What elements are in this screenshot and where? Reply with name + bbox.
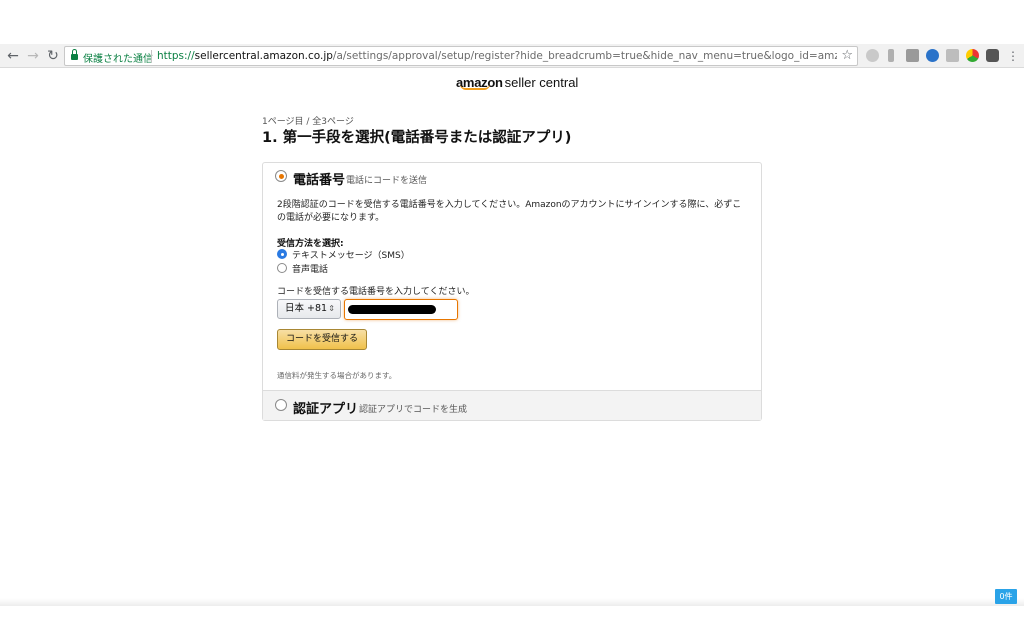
page-title: 1. 第一手段を選択(電話番号または認証アプリ) (262, 130, 572, 146)
phone-number-input[interactable] (344, 299, 458, 320)
carrier-fee-note: 通信料が発生する場合があります。 (277, 371, 397, 380)
extension-puzzle-icon[interactable] (986, 49, 999, 62)
amazon-seller-central-logo: amazon seller central (456, 75, 579, 90)
select-caret-icon: ⇕ (328, 304, 335, 313)
window-top-area (0, 0, 1024, 44)
sms-radio[interactable] (277, 249, 287, 259)
method-selection-card: 電話番号 電話にコードを送信 2段階認証のコードを受信する電話番号を入力してくだ… (262, 162, 762, 421)
phone-number-prompt: コードを受信する電話番号を入力してください。 (277, 287, 475, 297)
extension-bar-icon[interactable] (888, 49, 894, 62)
extension-square-icon[interactable] (906, 49, 919, 62)
country-code-select[interactable]: 日本 +81 ⇕ (277, 299, 341, 319)
secure-connection-label: 保護された通信 (83, 54, 153, 65)
auth-app-section-header[interactable]: 認証アプリ 認証アプリでコードを生成 (263, 390, 761, 420)
extension-blue-icon[interactable] (926, 49, 939, 62)
address-bar[interactable]: 保護された通信 https://sellercentral.amazon.co.… (64, 46, 858, 66)
page-bottom-shadow (0, 598, 1024, 606)
count-badge[interactable]: 0件 (995, 589, 1017, 604)
address-separator (151, 50, 152, 63)
redacted-phone-number (348, 305, 436, 314)
lock-icon (71, 49, 78, 61)
reload-icon[interactable]: ↻ (44, 47, 62, 65)
auth-app-radio[interactable] (275, 399, 287, 411)
extension-box-icon[interactable] (946, 49, 959, 62)
receive-code-button[interactable]: コードを受信する (277, 329, 367, 350)
sms-label[interactable]: テキストメッセージ（SMS） (292, 248, 410, 261)
amazon-smile-icon (460, 84, 490, 90)
phone-section-subtitle: 電話にコードを送信 (346, 176, 428, 186)
voice-call-label[interactable]: 音声電話 (292, 262, 328, 275)
phone-section-header[interactable]: 電話番号 電話にコードを送信 (263, 163, 761, 191)
bookmark-star-icon[interactable]: ☆ (841, 48, 853, 63)
url-text[interactable]: https://sellercentral.amazon.co.jp/a/set… (157, 50, 837, 62)
menu-dots-icon[interactable]: ⋮ (1004, 47, 1022, 65)
forward-arrow-icon[interactable]: → (24, 47, 42, 65)
browser-toolbar: ← → ↻ 保護された通信 https://sellercentral.amaz… (0, 44, 1024, 68)
phone-method-radio[interactable] (275, 170, 287, 182)
phone-section-title: 電話番号 (293, 173, 346, 188)
auth-app-section-subtitle: 認証アプリでコードを生成 (359, 405, 468, 415)
extension-cloud-icon[interactable] (866, 49, 879, 62)
auth-app-section-title: 認証アプリ (293, 402, 359, 417)
phone-section-description: 2段階認証のコードを受信する電話番号を入力してください。Amazonのアカウント… (277, 200, 742, 223)
voice-call-radio[interactable] (277, 263, 287, 273)
country-code-value: 日本 +81 (285, 303, 328, 314)
back-arrow-icon[interactable]: ← (4, 47, 22, 65)
extension-colorful-icon[interactable] (966, 49, 979, 62)
